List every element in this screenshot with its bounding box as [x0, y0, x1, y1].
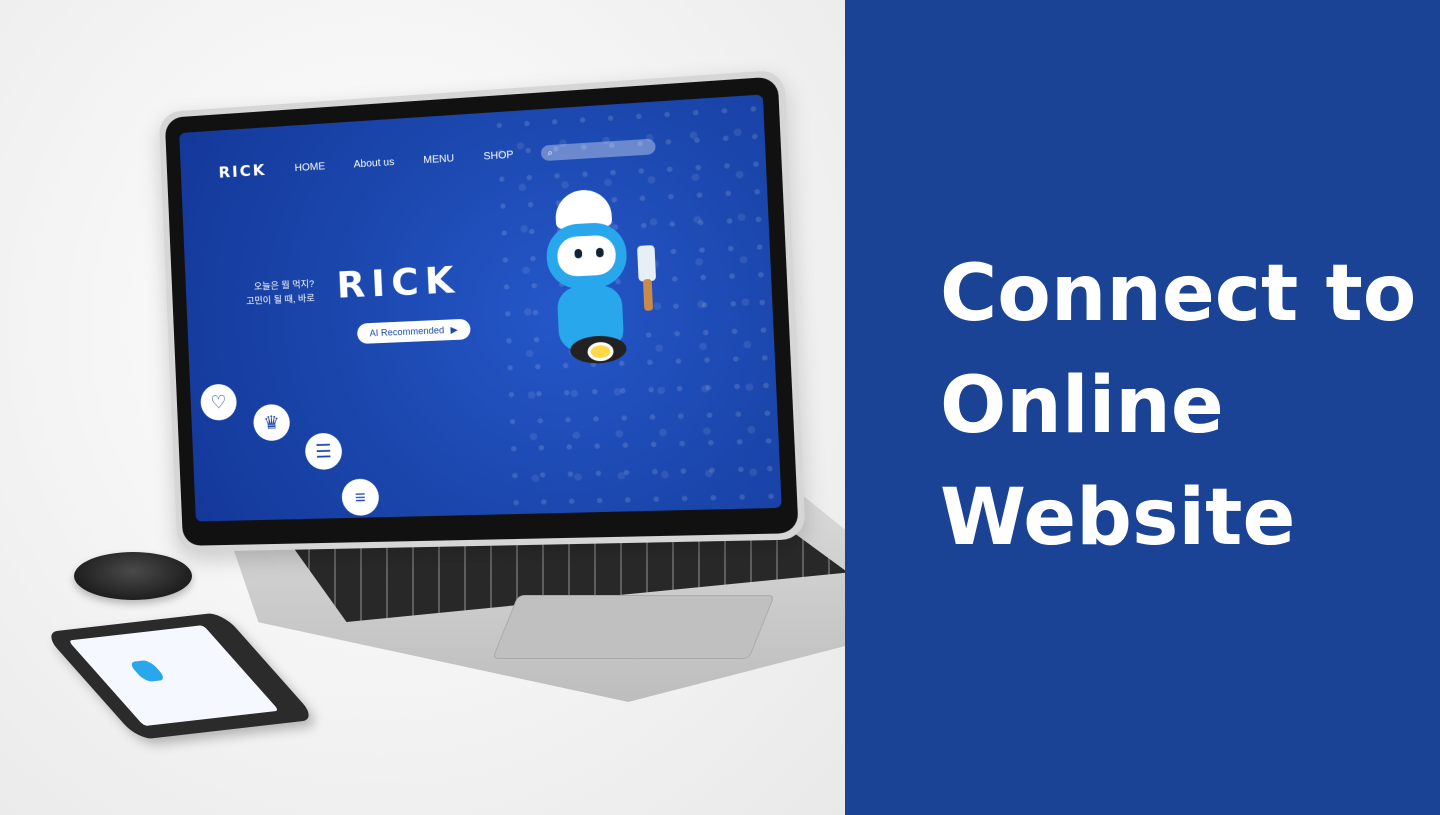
play-arrow-icon: ▶: [450, 324, 458, 336]
laptop-lid: RICK HOME About us MENU SHOP ⌕ 오늘은 뭘 먹지?…: [159, 70, 806, 552]
headline: Connect to Online Website: [940, 238, 1416, 574]
heart-icon[interactable]: ♡: [200, 383, 237, 420]
lens-cap: [74, 552, 192, 600]
headline-line-2: Online: [940, 350, 1416, 462]
hero-logo: RICK: [336, 259, 461, 307]
chef-robot-mascot: [531, 186, 659, 390]
robot-face: [557, 234, 617, 277]
search-icon: ⌕: [547, 146, 553, 158]
nav-home[interactable]: HOME: [294, 161, 325, 174]
robot-eye-right: [596, 248, 604, 258]
smartphone: [43, 612, 317, 740]
chat-icon[interactable]: ☰: [304, 432, 342, 470]
spatula-icon: [637, 245, 656, 282]
hero-tagline: 오늘은 뭘 먹지? 고민이 될 때, 바로: [245, 277, 315, 309]
phone-robot-icon: [128, 660, 168, 682]
product-photo: RICK HOME About us MENU SHOP ⌕ 오늘은 뭘 먹지?…: [0, 0, 845, 815]
site-logo[interactable]: RICK: [218, 161, 267, 182]
search-input[interactable]: ⌕: [541, 138, 656, 161]
hero-tagline-line-2: 고민이 될 때, 바로: [246, 291, 315, 308]
nav-menu[interactable]: MENU: [423, 153, 454, 166]
phone-screen: [68, 625, 279, 726]
robot-eye-left: [574, 249, 582, 259]
ai-recommended-label: AI Recommended: [369, 325, 444, 338]
nav-shop[interactable]: SHOP: [483, 149, 513, 162]
ai-recommended-button[interactable]: AI Recommended ▶: [357, 319, 471, 344]
laptop-screen: RICK HOME About us MENU SHOP ⌕ 오늘은 뭘 먹지?…: [179, 94, 782, 521]
list-icon[interactable]: ≡: [341, 478, 380, 516]
headline-line-1: Connect to: [940, 238, 1416, 350]
spatula-handle: [643, 279, 653, 311]
chef-hat-icon[interactable]: ♛: [253, 404, 291, 442]
laptop-bezel: RICK HOME About us MENU SHOP ⌕ 오늘은 뭘 먹지?…: [165, 76, 799, 546]
nav-about[interactable]: About us: [353, 156, 394, 170]
headline-line-3: Website: [940, 462, 1416, 574]
laptop-trackpad: [492, 595, 775, 659]
